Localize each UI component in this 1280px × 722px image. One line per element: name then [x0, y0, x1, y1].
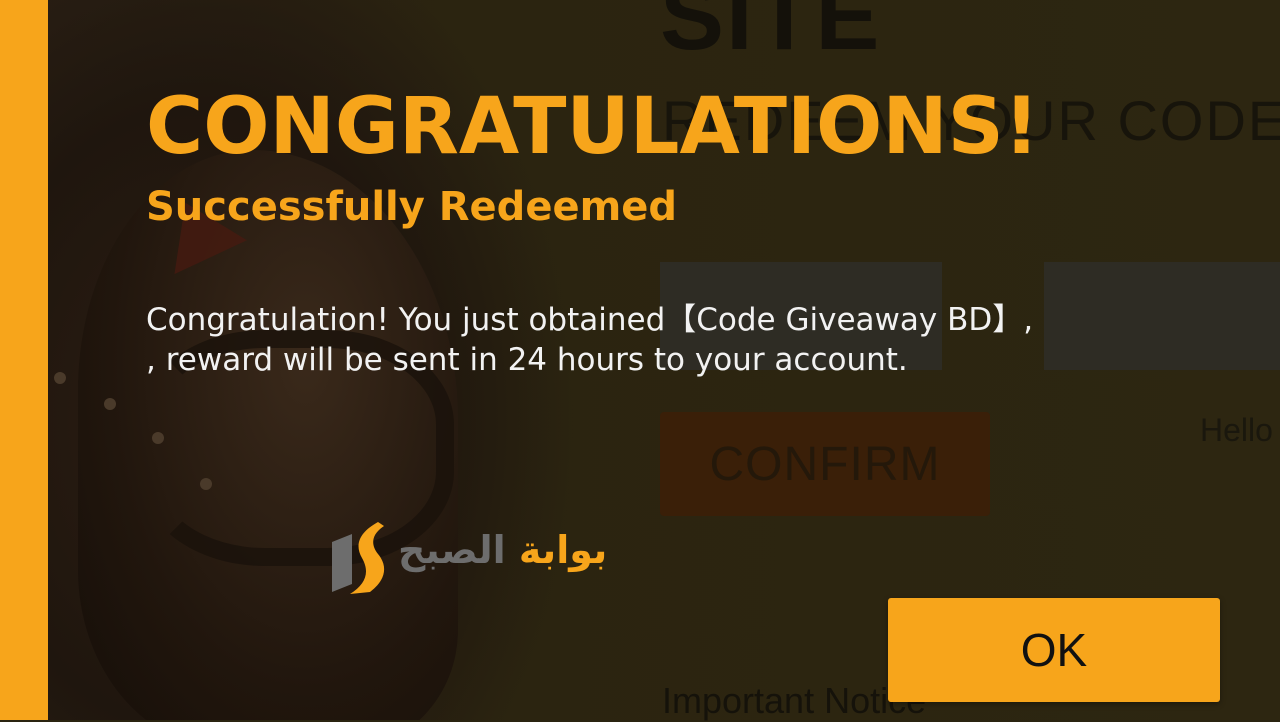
rivet-icon	[54, 372, 66, 384]
rivet-icon	[200, 478, 212, 490]
left-accent-bar	[0, 0, 48, 720]
brand-mark-icon	[332, 522, 385, 594]
congratulations-headline: CONGRATULATIONS!	[146, 82, 1040, 172]
watermark-text: بوابة الصبح	[398, 528, 607, 572]
rivet-icon	[104, 398, 116, 410]
watermark-text-orange: بوابة	[518, 528, 608, 572]
watermark-text-gray: الصبح	[398, 528, 506, 572]
background-notice-heading: Important Notice	[662, 680, 927, 721]
background-hello-text: Hello	[1200, 412, 1273, 448]
watermark-logo: بوابة الصبح	[326, 522, 656, 596]
ok-button[interactable]: OK	[888, 598, 1220, 702]
reward-message-line-2: , reward will be sent in 24 hours to you…	[146, 342, 908, 378]
reward-message: Congratulation! You just obtained【Code G…	[146, 300, 1226, 380]
success-subheadline: Successfully Redeemed	[146, 184, 678, 230]
background-site-heading: SITE	[660, 0, 882, 70]
background-confirm-button: CONFIRM	[660, 412, 990, 516]
rivet-icon	[152, 432, 164, 444]
reward-message-line-1: Congratulation! You just obtained【Code G…	[146, 302, 1034, 338]
